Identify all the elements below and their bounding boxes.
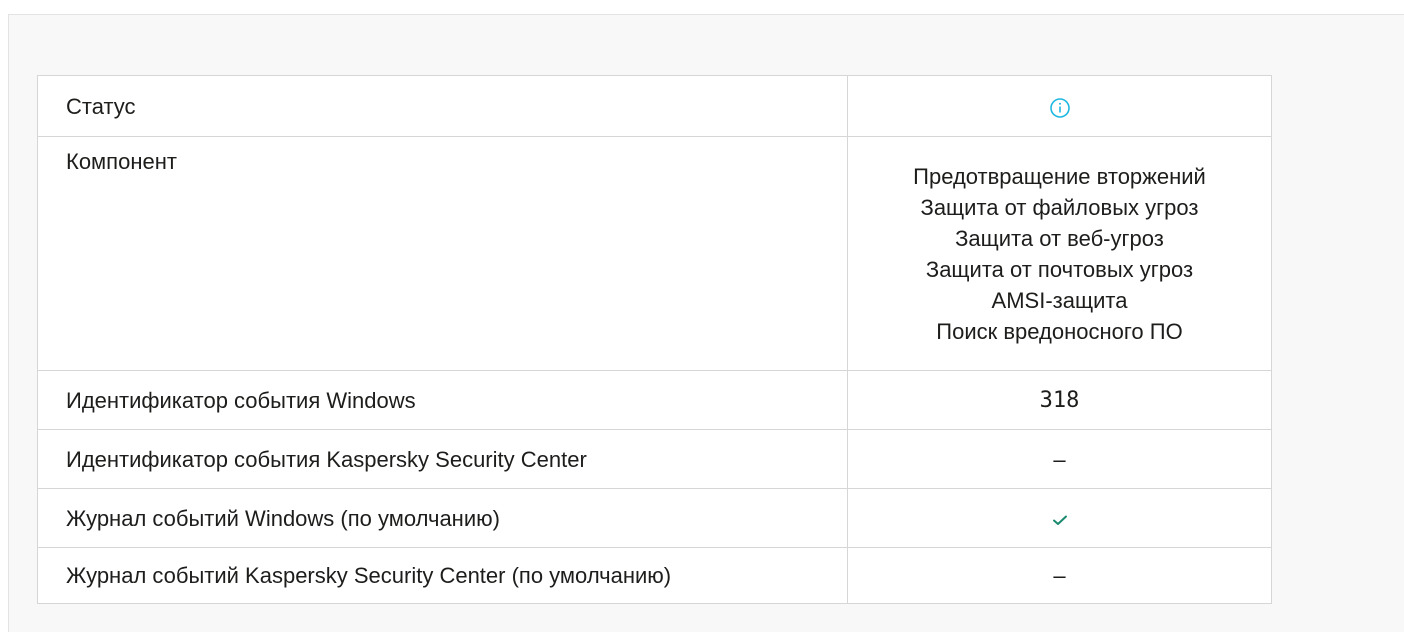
- component-item: AMSI-защита: [991, 287, 1128, 313]
- table-row: Статус: [37, 75, 1272, 137]
- component-item: Защита от веб-угроз: [955, 225, 1164, 251]
- component-label: Компонент: [37, 136, 848, 371]
- component-item: Поиск вредоносного ПО: [936, 318, 1183, 344]
- windows-log-value: [847, 488, 1272, 548]
- windows-event-id-label: Идентификатор события Windows: [37, 370, 848, 430]
- status-value: [847, 75, 1272, 137]
- check-icon: [1052, 515, 1067, 525]
- component-value: Предотвращение вторжений Защита от файло…: [847, 136, 1272, 371]
- component-item: Защита от файловых угроз: [920, 194, 1199, 220]
- windows-event-id-value: 318: [847, 370, 1272, 430]
- table-row: Журнал событий Windows (по умолчанию): [37, 488, 1272, 548]
- info-icon: [1049, 97, 1070, 118]
- table-row: Компонент Предотвращение вторжений Защит…: [37, 136, 1272, 371]
- component-item: Предотвращение вторжений: [913, 163, 1206, 189]
- windows-log-label: Журнал событий Windows (по умолчанию): [37, 488, 848, 548]
- table-row: Журнал событий Kaspersky Security Center…: [37, 547, 1272, 604]
- table-row: Идентификатор события Windows 318: [37, 370, 1272, 430]
- ksc-event-id-label: Идентификатор события Kaspersky Security…: [37, 429, 848, 489]
- ksc-event-id-value: –: [847, 429, 1272, 489]
- event-properties-table: Статус Компонент Предотвращение вторжени…: [37, 75, 1272, 604]
- ksc-log-value: –: [847, 547, 1272, 604]
- component-item: Защита от почтовых угроз: [925, 256, 1194, 282]
- ksc-log-label: Журнал событий Kaspersky Security Center…: [37, 547, 848, 604]
- table-row: Идентификатор события Kaspersky Security…: [37, 429, 1272, 489]
- status-label: Статус: [37, 75, 848, 137]
